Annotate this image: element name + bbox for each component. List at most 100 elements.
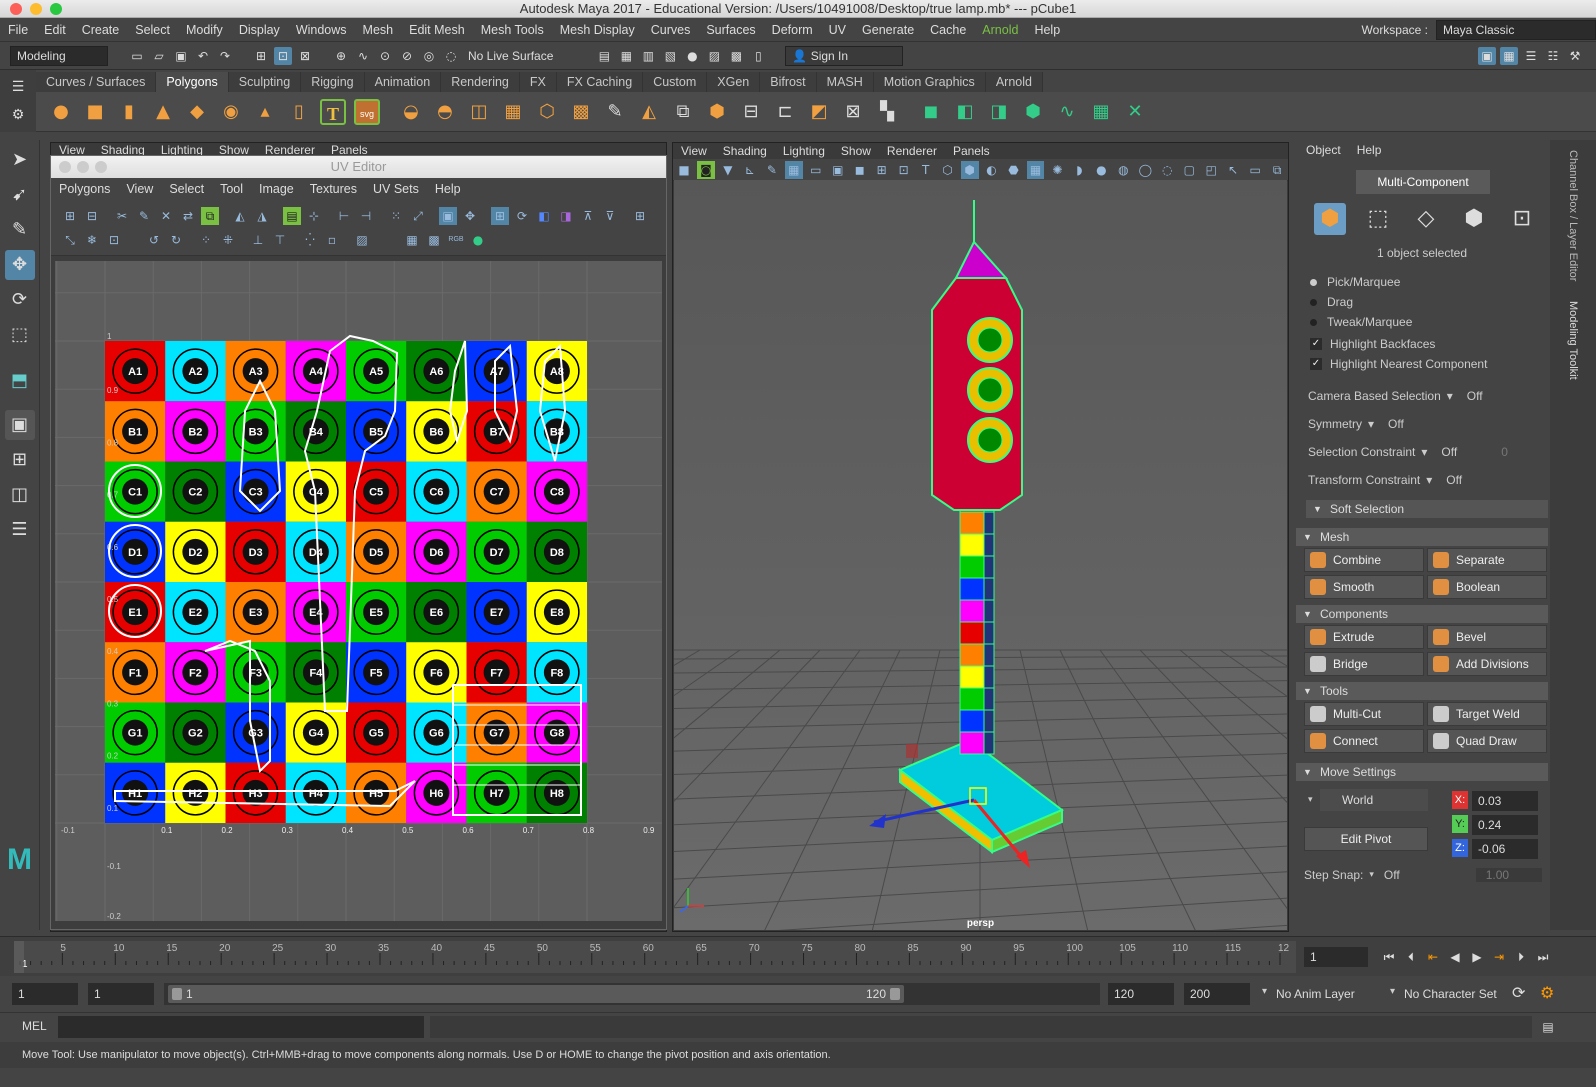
uv-menu-help[interactable]: Help — [427, 178, 469, 200]
toolkit-menu-object[interactable]: Object — [1298, 140, 1349, 160]
planar-uv-icon[interactable]: ⊟ — [738, 99, 764, 125]
dropdown-arrow-icon[interactable]: ▾ — [1447, 386, 1453, 406]
time-slider[interactable]: 1 5 10 15 20 25 30 35 40 45 50 55 60 65 70 75 80 85 90 95 10… — [0, 936, 1596, 976]
range-left-grip[interactable] — [172, 988, 182, 1000]
last-tool-icon[interactable]: ⬒ — [5, 366, 35, 396]
film-gate-icon[interactable]: ▭ — [807, 161, 825, 179]
uv-texture-border-icon[interactable]: ▨ — [353, 231, 371, 249]
selection-constraint-amount[interactable]: 0 — [1501, 442, 1508, 462]
poly-sphere-icon[interactable]: ● — [48, 99, 74, 125]
uv-frame-icon[interactable]: ▫ — [323, 231, 341, 249]
camera-icon[interactable]: ■ — [675, 161, 693, 179]
uv-checker-icon[interactable]: ▦ — [1088, 99, 1114, 125]
auto-key-icon[interactable]: ⟳ — [1512, 983, 1525, 1002]
mesh-boolean-button[interactable]: Boolean — [1427, 575, 1547, 599]
layout-single-icon[interactable]: ▣ — [1478, 46, 1496, 65]
tool-target-weld-button[interactable]: Target Weld — [1427, 702, 1547, 726]
uv-align-bottom-icon[interactable]: ⊥ — [249, 231, 267, 249]
y-value-field[interactable]: 0.24 — [1472, 815, 1538, 835]
uv-mode-icon[interactable]: ⊡ — [1506, 203, 1538, 235]
playback-end-field[interactable]: 120 — [1108, 983, 1174, 1005]
uv-normalize-icon[interactable]: ⤢ — [409, 207, 427, 225]
uv-unpin-icon[interactable]: ⊽ — [601, 207, 619, 225]
component-bevel-button[interactable]: Bevel — [1427, 625, 1547, 649]
menu-modify[interactable]: Modify — [178, 18, 231, 42]
outliner-icon[interactable]: ☰ — [5, 515, 35, 545]
play-backwards-icon[interactable]: ◀ — [1446, 948, 1464, 966]
uv-canvas[interactable]: A1 A2 A3 A4 A5 A6 A7 A8 B1 B2 B3 B4 B5 B6 B7 B8 C1 C2 C3 C4… — [55, 261, 662, 921]
separate-icon[interactable]: ◓ — [432, 99, 458, 125]
menu-display[interactable]: Display — [231, 18, 288, 42]
select-object-icon[interactable]: ⊡ — [274, 46, 292, 65]
select-component-icon[interactable]: ⊠ — [296, 47, 314, 65]
uv-flip-u-icon[interactable]: ◭ — [231, 207, 249, 225]
shelf-tab-polygons[interactable]: Polygons — [156, 72, 229, 92]
spherical-uv-icon[interactable]: ◩ — [806, 99, 832, 125]
resolution-gate-icon[interactable]: ▣ — [829, 161, 847, 179]
xray-joints-icon[interactable]: ↖ — [1224, 161, 1242, 179]
uv-rotate-ccw-icon[interactable]: ↺ — [145, 231, 163, 249]
snap-surface-icon[interactable]: ◎ — [420, 47, 438, 65]
menu-deform[interactable]: Deform — [764, 18, 821, 42]
mesh-section[interactable]: Mesh — [1296, 528, 1548, 546]
move-tool-icon[interactable]: ✥ — [4, 250, 35, 280]
step-forward-frame-icon[interactable]: ⏵ — [1512, 948, 1530, 966]
lasso-tool-icon[interactable]: ➹ — [5, 180, 35, 210]
menu-arnold[interactable]: Arnold — [974, 18, 1026, 42]
snap-point-icon[interactable]: ⊙ — [376, 47, 394, 65]
anim-layer-dropdown[interactable]: No Anim Layer — [1276, 983, 1355, 1005]
uv-layout-icon[interactable]: ◼ — [918, 99, 944, 125]
soft-selection-section[interactable]: Soft Selection — [1306, 500, 1548, 518]
transform-constraint-value[interactable]: Off — [1446, 470, 1462, 490]
bevel-icon[interactable]: ◭ — [636, 99, 662, 125]
viewport-menu-view[interactable]: View — [673, 143, 715, 159]
mesh-smooth-button[interactable]: Smooth — [1304, 575, 1424, 599]
radio-button[interactable] — [1310, 318, 1317, 326]
dropdown-arrow-icon[interactable]: ▾ — [1426, 470, 1432, 490]
uv-menu-textures[interactable]: Textures — [302, 178, 365, 200]
uv-pixel-snap-icon[interactable]: ⟳ — [513, 207, 531, 225]
viewport-menu-renderer[interactable]: Renderer — [879, 143, 945, 159]
step-back-frame-icon[interactable]: ⏴ — [1402, 948, 1420, 966]
uv-tile-icon[interactable]: ⊞ — [631, 207, 649, 225]
shelf-tab-arnold[interactable]: Arnold — [985, 72, 1043, 92]
uv-filter-icon[interactable]: ▩ — [425, 231, 443, 249]
poly-pyramid-icon[interactable]: ▴ — [252, 99, 278, 125]
image-plane-icon[interactable]: ⊾ — [741, 161, 759, 179]
tools-section[interactable]: Tools — [1296, 682, 1548, 700]
uv-shell-border-icon[interactable]: ⊟ — [83, 207, 101, 225]
uv-snowflake-icon[interactable]: ❄ — [83, 231, 101, 249]
uv-grid-display-icon[interactable]: ⊞ — [491, 207, 509, 225]
uv-dim-image-icon[interactable]: ✥ — [461, 207, 479, 225]
smooth-icon[interactable]: ▦ — [500, 99, 526, 125]
preferences-icon[interactable]: ⚙ — [1540, 983, 1554, 1002]
toolkit-menu-help[interactable]: Help — [1349, 140, 1390, 160]
uv-menu-select[interactable]: Select — [161, 178, 212, 200]
wireframe-on-shaded-icon[interactable]: ⬣ — [1005, 161, 1023, 179]
layout-single-pane-icon[interactable]: ▣ — [4, 410, 35, 440]
uv-menu-tool[interactable]: Tool — [212, 178, 251, 200]
combine-icon[interactable]: ◒ — [398, 99, 424, 125]
uv-unfold-tool-icon[interactable]: ⧉ — [201, 207, 219, 225]
poly-plane-icon[interactable]: ◆ — [184, 99, 210, 125]
tool-multi-cut-button[interactable]: Multi-Cut — [1304, 702, 1424, 726]
uv-cut-tool-icon[interactable]: ✂ — [113, 207, 131, 225]
uv-gather-icon[interactable]: ⁛ — [301, 231, 319, 249]
uv-rgb-icon[interactable]: RGB — [447, 231, 465, 249]
shelf-tab-rendering[interactable]: Rendering — [441, 72, 520, 92]
space-dropdown-arrow-icon[interactable]: ▾ — [1308, 795, 1313, 805]
save-scene-icon[interactable]: ▣ — [172, 47, 190, 65]
viewport-menu-panels[interactable]: Panels — [945, 143, 998, 159]
uv-cut-icon[interactable]: ◧ — [952, 99, 978, 125]
uv-sew-tool-icon[interactable]: ✎ — [135, 207, 153, 225]
uv-zoom-button[interactable] — [95, 161, 107, 173]
uv-symmetry-icon[interactable]: ✕ — [1122, 99, 1148, 125]
uv-close-button[interactable] — [59, 161, 71, 173]
smooth-shade-icon[interactable]: ⬢ — [960, 160, 979, 179]
checkbox[interactable]: ✓ — [1310, 338, 1322, 350]
highlight-option-row[interactable]: ✓ Highlight Backfaces — [1310, 334, 1548, 354]
redo-icon[interactable]: ↷ — [216, 47, 234, 65]
go-to-start-icon[interactable]: ⏮ — [1380, 948, 1398, 966]
menu-generate[interactable]: Generate — [854, 18, 922, 42]
menu-edit-mesh[interactable]: Edit Mesh — [401, 18, 473, 42]
